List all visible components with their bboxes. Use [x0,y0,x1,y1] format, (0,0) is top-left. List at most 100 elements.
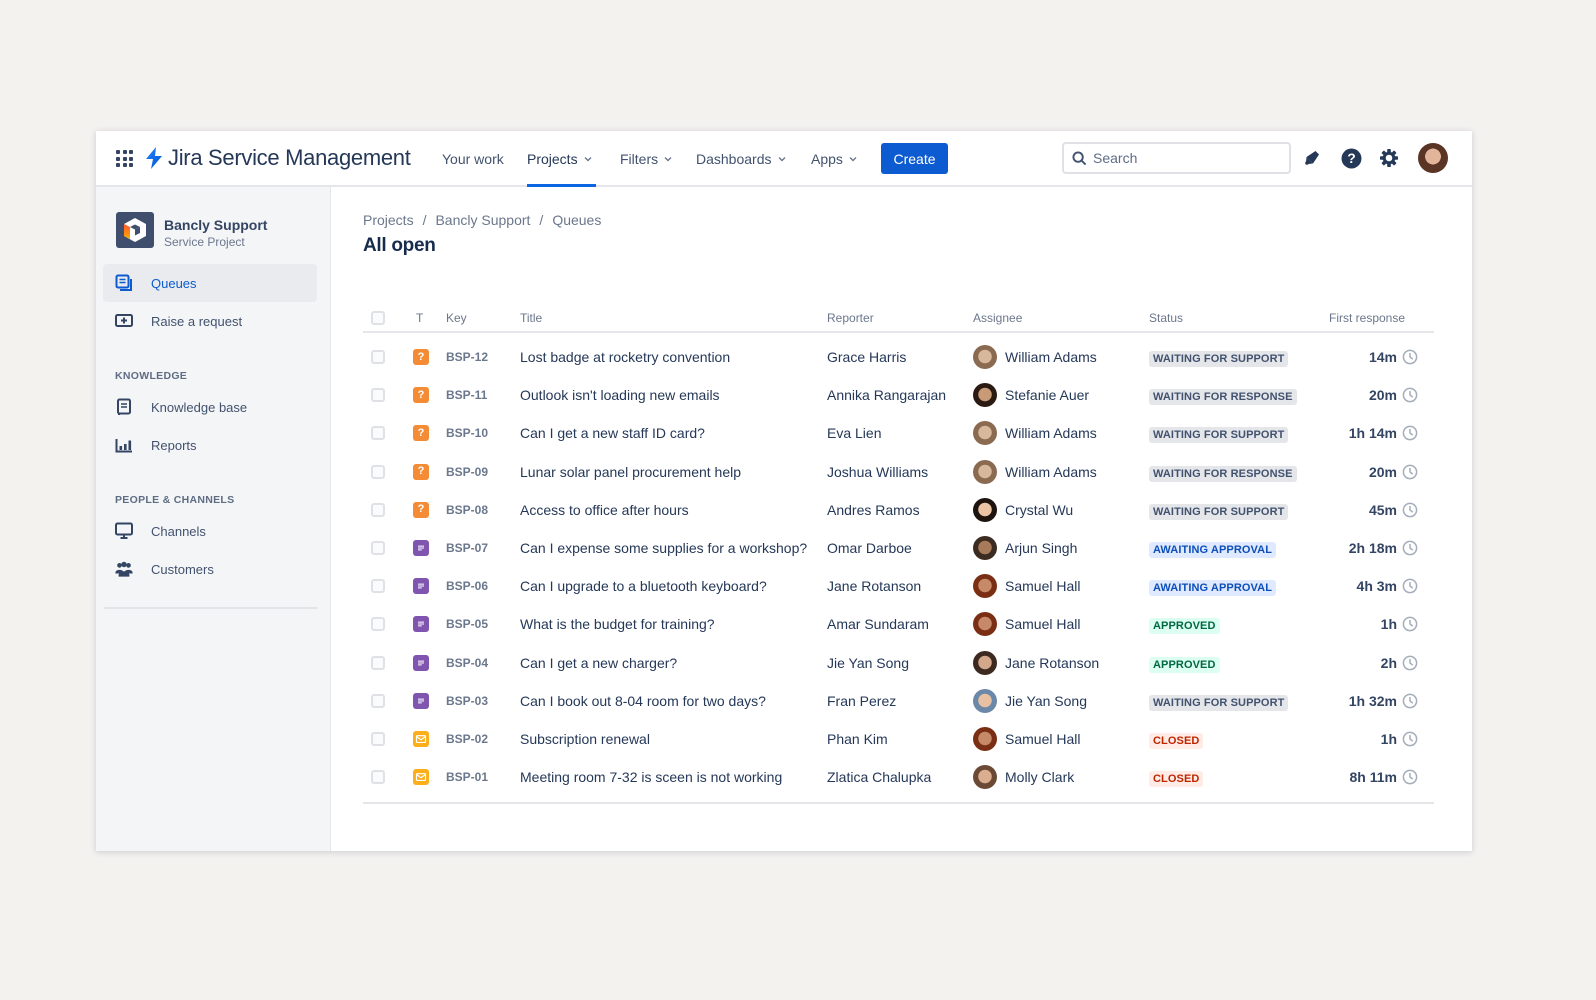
sidebar-item-raise-request[interactable]: Raise a request [103,302,317,340]
column-status[interactable]: Status [1149,311,1183,325]
issue-key[interactable]: BSP-05 [446,617,488,631]
assignee[interactable]: Stefanie Auer [973,383,1089,408]
sidebar-item-channels[interactable]: Channels [103,512,317,550]
row-checkbox[interactable] [371,426,385,441]
assignee[interactable]: Molly Clark [973,765,1074,790]
notifications-icon[interactable] [1301,147,1323,169]
issue-title[interactable]: What is the budget for training? [520,616,715,632]
status-cell[interactable]: AWAITING APPROVAL [1149,578,1277,597]
help-icon[interactable]: ? [1340,147,1362,169]
issue-title[interactable]: Meeting room 7-32 is sceen is not workin… [520,769,782,785]
create-button[interactable]: Create [881,143,948,174]
settings-icon[interactable] [1378,147,1400,169]
status-cell[interactable]: APPROVED [1149,616,1220,635]
search-box[interactable] [1062,142,1291,174]
row-checkbox[interactable] [371,579,385,594]
issue-key[interactable]: BSP-03 [446,694,488,708]
column-type[interactable]: T [416,311,423,325]
table-row[interactable]: ? BSP-08 Access to office after hours An… [363,491,1434,529]
status-cell[interactable]: WAITING FOR SUPPORT [1149,425,1289,444]
assignee[interactable]: Crystal Wu [973,497,1073,522]
profile-avatar[interactable] [1418,143,1448,173]
table-row[interactable]: BSP-07 Can I expense some supplies for a… [363,529,1434,567]
search-input[interactable] [1093,150,1273,166]
issue-title[interactable]: Access to office after hours [520,502,689,518]
status-cell[interactable]: WAITING FOR RESPONSE [1149,464,1297,482]
assignee[interactable]: Jane Rotanson [973,650,1099,675]
issue-key[interactable]: BSP-02 [446,732,488,746]
status-cell[interactable]: WAITING FOR RESPONSE [1149,387,1297,406]
sidebar-item-customers[interactable]: Customers [103,550,317,588]
issue-title[interactable]: Lost badge at rocketry convention [520,349,730,365]
issue-key[interactable]: BSP-12 [446,350,488,364]
row-checkbox[interactable] [371,693,385,708]
issue-title[interactable]: Can I get a new charger? [520,655,677,671]
nav-filters[interactable]: Filters [620,131,672,187]
assignee[interactable]: William Adams [973,421,1097,446]
status-cell[interactable]: WAITING FOR SUPPORT [1149,502,1289,520]
nav-dashboards[interactable]: Dashboards [696,131,786,187]
table-row[interactable]: BSP-01 Meeting room 7-32 is sceen is not… [363,758,1434,796]
table-row[interactable]: BSP-06 Can I upgrade to a bluetooth keyb… [363,567,1434,605]
column-reporter[interactable]: Reporter [827,311,874,325]
issue-key[interactable]: BSP-09 [446,465,488,479]
issue-key[interactable]: BSP-06 [446,579,488,593]
product-logo[interactable]: Jira Service Management [144,145,411,171]
select-all-checkbox[interactable] [371,311,385,325]
row-checkbox[interactable] [371,502,385,517]
row-checkbox[interactable] [371,655,385,670]
table-row[interactable]: BSP-03 Can I book out 8-04 room for two … [363,682,1434,720]
status-cell[interactable]: CLOSED [1149,731,1204,749]
table-row[interactable]: BSP-04 Can I get a new charger? Jie Yan … [363,644,1434,682]
assignee[interactable]: Arjun Singh [973,536,1077,561]
nav-projects[interactable]: Projects [527,131,596,187]
assignee[interactable]: Samuel Hall [973,574,1080,599]
status-cell[interactable]: WAITING FOR SUPPORT [1149,693,1289,711]
assignee[interactable]: William Adams [973,345,1097,370]
breadcrumb-project[interactable]: Bancly Support [435,212,530,228]
sidebar-item-knowledge-base[interactable]: Knowledge base [103,388,317,426]
table-row[interactable]: BSP-05 What is the budget for training? … [363,605,1434,643]
issue-key[interactable]: BSP-10 [446,426,488,440]
issue-key[interactable]: BSP-07 [446,541,488,555]
issue-key[interactable]: BSP-04 [446,656,488,670]
breadcrumb-projects[interactable]: Projects [363,212,414,228]
row-checkbox[interactable] [371,617,385,632]
column-first-response[interactable]: First response [1329,311,1405,325]
assignee[interactable]: Jie Yan Song [973,688,1087,713]
issue-title[interactable]: Can I book out 8-04 room for two days? [520,693,766,709]
breadcrumb-queues[interactable]: Queues [552,212,601,228]
issue-title[interactable]: Subscription renewal [520,731,650,747]
row-checkbox[interactable] [371,541,385,556]
issue-title[interactable]: Can I get a new staff ID card? [520,425,705,441]
row-checkbox[interactable] [371,464,385,479]
status-cell[interactable]: CLOSED [1149,769,1204,788]
sidebar-item-queues[interactable]: Queues [103,264,317,302]
nav-apps[interactable]: Apps [811,131,857,187]
issue-key[interactable]: BSP-11 [446,388,487,402]
column-title[interactable]: Title [520,311,542,325]
assignee[interactable]: William Adams [973,459,1097,484]
table-row[interactable]: ? BSP-12 Lost badge at rocketry conventi… [363,338,1434,376]
row-checkbox[interactable] [371,388,385,403]
issue-title[interactable]: Can I upgrade to a bluetooth keyboard? [520,578,767,594]
status-cell[interactable]: AWAITING APPROVAL [1149,540,1277,559]
sidebar-item-reports[interactable]: Reports [103,426,317,464]
row-checkbox[interactable] [371,350,385,365]
assignee[interactable]: Samuel Hall [973,726,1080,751]
nav-your-work[interactable]: Your work [442,131,504,187]
status-cell[interactable]: WAITING FOR SUPPORT [1149,349,1289,368]
status-cell[interactable]: APPROVED [1149,655,1220,673]
app-switcher-icon[interactable] [116,150,133,167]
table-row[interactable]: ? BSP-09 Lunar solar panel procurement h… [363,453,1434,491]
issue-title[interactable]: Outlook isn't loading new emails [520,387,720,403]
issue-title[interactable]: Lunar solar panel procurement help [520,464,741,480]
issue-key[interactable]: BSP-08 [446,503,488,517]
issue-key[interactable]: BSP-01 [446,770,488,784]
row-checkbox[interactable] [371,770,385,785]
column-assignee[interactable]: Assignee [973,311,1022,325]
table-row[interactable]: BSP-02 Subscription renewal Phan Kim Sam… [363,720,1434,758]
issue-title[interactable]: Can I expense some supplies for a worksh… [520,540,807,556]
column-key[interactable]: Key [446,311,467,325]
assignee[interactable]: Samuel Hall [973,612,1080,637]
